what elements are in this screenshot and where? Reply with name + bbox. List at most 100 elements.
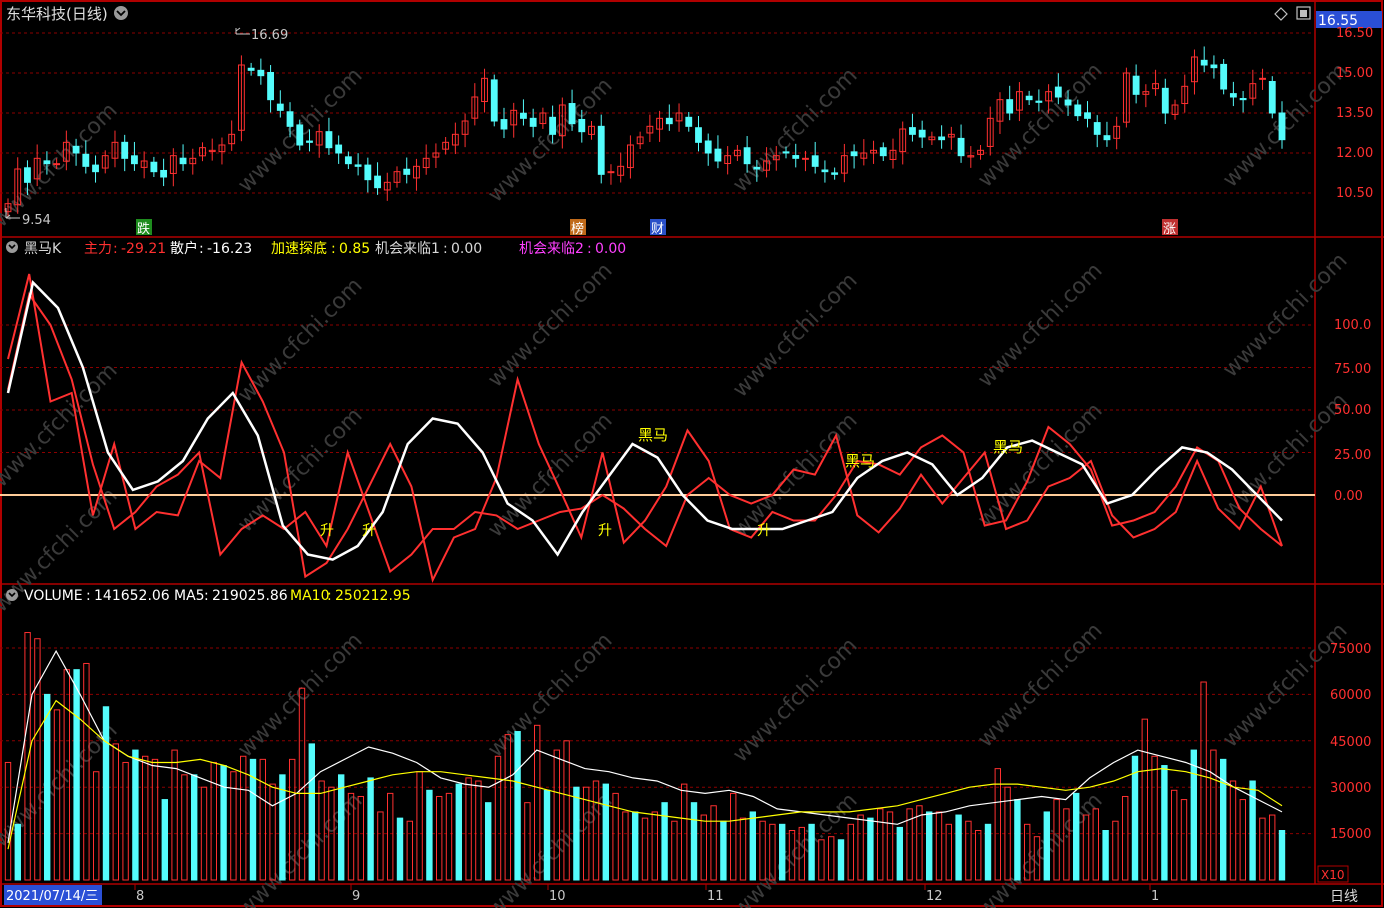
colon: : [327,588,332,604]
volume-tick: 30000 [1330,781,1371,796]
candle-body [1132,75,1140,95]
candle-body [743,147,751,165]
candle-body [1006,99,1014,114]
indicator-tick: 25.00 [1334,448,1371,463]
sheng-mark: 升 [362,523,376,539]
candle-body [92,164,99,173]
candle-body [821,169,829,173]
candle-body [276,103,284,111]
low-label: 9.54 [22,213,51,228]
sanhu-label: 散户 [170,240,198,257]
month-tick: 1 [1151,889,1159,904]
candle-body [850,151,858,157]
volume-bar [161,799,168,881]
candle-body [685,116,693,127]
volume-bar [455,783,462,881]
volume-bar [220,765,227,881]
candle-body [607,171,615,174]
colon: : [443,241,448,257]
colon: : [86,588,91,604]
volume-bar [338,774,345,881]
stock-title: 东华科技(日线) [6,5,108,23]
candle-body [490,79,498,122]
candle-body [1200,59,1208,66]
volume-bar [1102,830,1109,881]
volume-bar [1190,749,1197,881]
volume-bar [749,811,756,881]
candle-body [831,172,839,175]
ma5-value: 219025.86 [212,588,288,604]
volume-tick: 45000 [1330,735,1371,750]
ma5-label: MA5 [174,588,205,604]
jihui2-label: 机会来临2 [519,241,584,257]
volume-bar [690,802,698,881]
candle-body [1278,112,1286,141]
volume-bar [926,811,933,881]
event-tag[interactable]: 榜 [570,219,586,237]
month-tick: 8 [136,889,144,904]
candle-body [753,166,761,170]
zhuli-value: -29.21 [121,241,166,257]
indicator-tick: 100.0 [1334,318,1371,333]
candle-body [364,164,372,181]
candle-body [1229,93,1237,98]
chevron-down-icon[interactable] [6,589,18,601]
candle-body [1103,135,1111,141]
candle-body [160,169,168,178]
volume-bar [191,774,198,881]
candle-body [53,163,61,166]
candle-body [247,67,255,71]
price-tick: 10.50 [1336,186,1373,201]
event-tag[interactable]: 财 [650,219,666,237]
price-tick: 13.50 [1336,106,1373,121]
candle-body [131,155,138,165]
chevron-down-icon[interactable] [114,6,128,20]
candle-body [665,117,673,125]
volume-tick: 75000 [1330,642,1371,657]
stock-chart-canvas[interactable]: www.cfchi.com www.cfchi.com www.cfchi.com w… [0,0,1384,908]
event-tag[interactable]: 跌 [136,219,152,237]
volume-label: VOLUME [24,588,83,604]
candle-body [957,137,965,157]
volume-bar [1278,830,1286,881]
candle-body [1074,104,1082,117]
volume-bar [720,820,727,881]
candle-body [1035,100,1043,103]
candle-body [179,157,187,165]
candle-body [1093,122,1101,135]
volume-bar [632,811,639,881]
volume-bar [808,823,815,881]
price-tick: 15.00 [1336,66,1373,81]
ma10-value: 250212.95 [335,588,411,604]
chevron-down-icon[interactable] [6,241,18,253]
heima-mark: 黑马 [638,426,668,444]
jiasu-label: 加速探底 [271,241,327,257]
candle-body [1054,86,1062,98]
volume-bar [132,749,139,881]
current-date: 2021/07/14/三 [6,889,98,904]
volume-tick: 15000 [1330,827,1371,842]
candle-body [296,124,304,146]
event-tag[interactable]: 涨 [1162,219,1178,237]
candle-body [306,140,313,143]
candle-body [354,164,362,167]
volume-bar [308,743,315,881]
volume-bar [396,817,404,881]
volume-bar [514,731,521,881]
candle-body [714,148,722,162]
volume-bar [779,823,786,881]
jihui2-value: 0.00 [595,241,626,257]
volume-bar [1073,792,1080,881]
month-tick: 10 [549,889,566,904]
volume-bar [426,789,433,881]
indicator-tick: 0.00 [1334,489,1363,504]
candle-body [597,125,605,175]
candle-body [578,118,586,133]
candle-body [267,71,274,101]
candle-body [82,153,90,167]
heima-mark: 黑马 [993,438,1023,456]
heima-mark: 黑马 [845,452,875,470]
candle-body [918,129,926,138]
jiasu-value: 0.85 [339,241,370,257]
candle-body [24,167,31,183]
